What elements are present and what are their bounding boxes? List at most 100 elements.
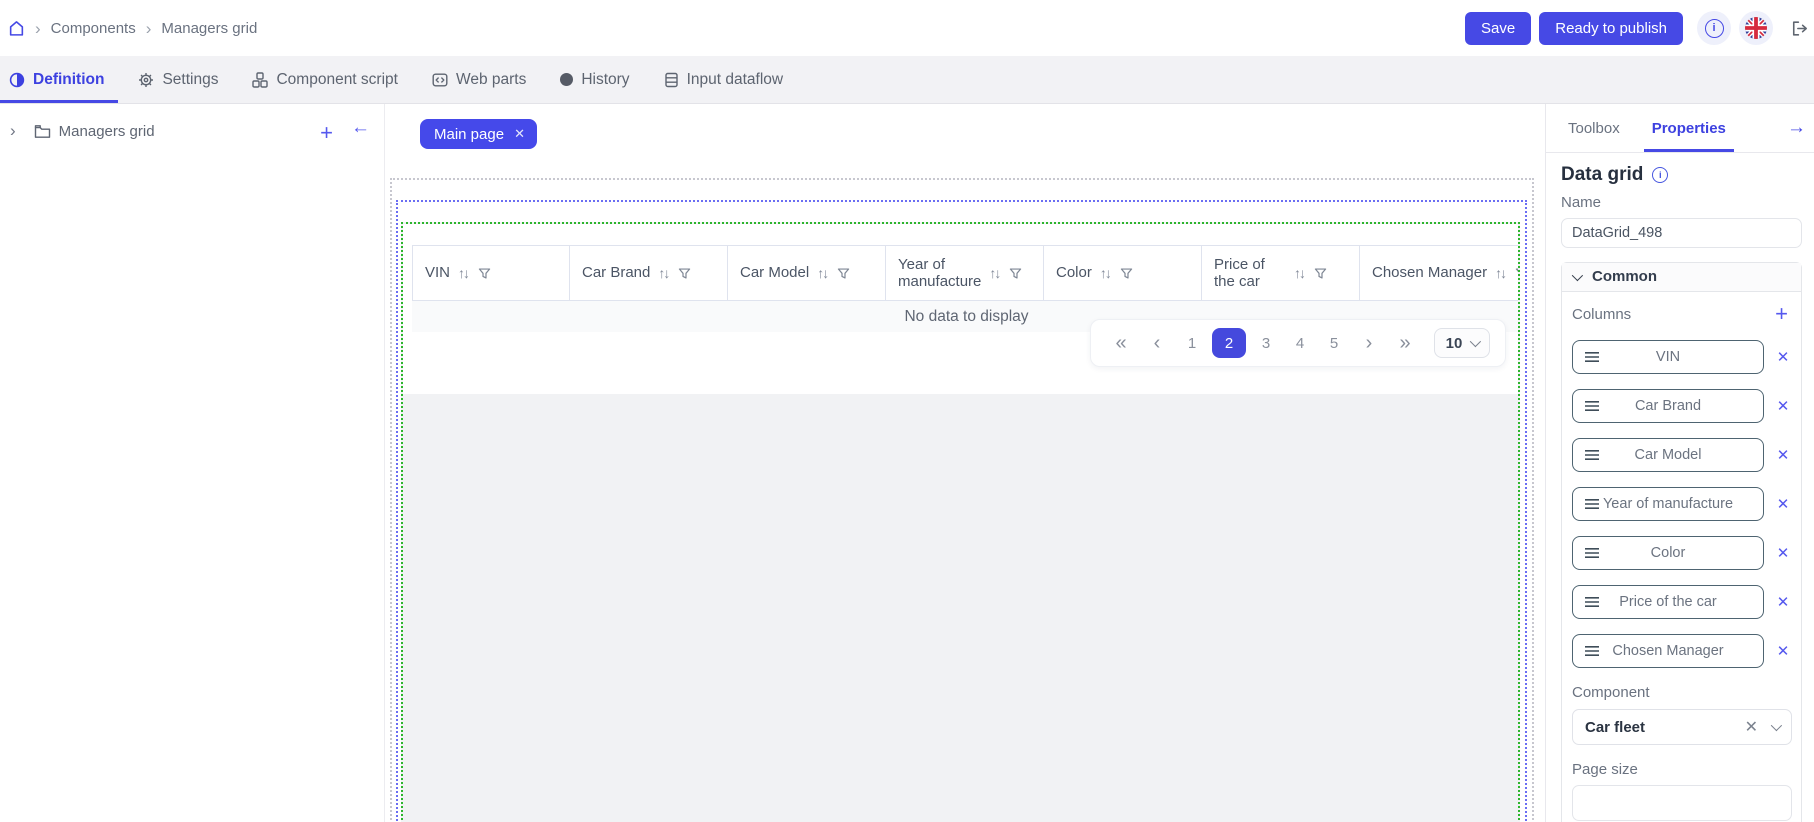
- sort-icon[interactable]: ↑↓: [1495, 265, 1507, 281]
- column-header-label: Price of the car: [1214, 256, 1286, 291]
- column-item: Car Model ✕: [1572, 438, 1792, 472]
- previous-page-icon[interactable]: ‹: [1142, 333, 1172, 353]
- breadcrumb-current: Managers grid: [161, 20, 257, 37]
- first-page-icon[interactable]: «: [1106, 333, 1136, 353]
- column-pill[interactable]: VIN: [1572, 340, 1764, 374]
- sort-icon[interactable]: ↑↓: [1294, 265, 1306, 281]
- last-page-icon[interactable]: »: [1390, 333, 1420, 353]
- chevron-right-icon: ›: [146, 20, 152, 37]
- remove-column-icon[interactable]: ✕: [1774, 397, 1792, 415]
- filter-icon[interactable]: [678, 267, 691, 280]
- info-icon[interactable]: i: [1652, 167, 1668, 183]
- grid-header-cell: Car Brand ↑↓: [570, 246, 728, 300]
- column-pill[interactable]: Car Model: [1572, 438, 1764, 472]
- remove-column-icon[interactable]: ✕: [1774, 544, 1792, 562]
- ready-to-publish-button[interactable]: Ready to publish: [1539, 12, 1683, 45]
- component-select[interactable]: Car fleet ✕: [1572, 709, 1792, 745]
- remove-column-icon[interactable]: ✕: [1774, 446, 1792, 464]
- common-section-header[interactable]: Common: [1562, 263, 1801, 292]
- page-button-1[interactable]: 1: [1178, 328, 1206, 358]
- tab-toolbox[interactable]: Toolbox: [1566, 104, 1622, 152]
- tab-input-dataflow[interactable]: Input dataflow: [664, 56, 784, 103]
- column-item: Car Brand ✕: [1572, 389, 1792, 423]
- page-button-4[interactable]: 4: [1286, 328, 1314, 358]
- drag-handle-icon[interactable]: [1584, 499, 1600, 510]
- add-page-icon[interactable]: +: [320, 122, 333, 144]
- column-pill[interactable]: Color: [1572, 536, 1764, 570]
- chevron-down-icon: [1470, 336, 1481, 347]
- tab-settings[interactable]: Settings: [138, 56, 218, 103]
- filter-icon[interactable]: [478, 267, 491, 280]
- page-button-5[interactable]: 5: [1320, 328, 1348, 358]
- page-size-select[interactable]: 10: [1434, 328, 1490, 358]
- home-icon[interactable]: [8, 20, 25, 37]
- collapse-right-panel-icon[interactable]: →: [1787, 117, 1806, 139]
- remove-column-icon[interactable]: ✕: [1774, 348, 1792, 366]
- language-button[interactable]: [1739, 11, 1773, 45]
- tree-expand-icon[interactable]: ›: [10, 121, 16, 141]
- tab-label: Definition: [33, 71, 104, 89]
- drag-handle-icon[interactable]: [1584, 646, 1600, 657]
- chevron-right-icon: ›: [35, 20, 41, 37]
- tab-label: History: [581, 71, 629, 89]
- column-header-label: Chosen Manager: [1372, 264, 1487, 281]
- save-button[interactable]: Save: [1465, 12, 1531, 45]
- pages-tree-panel: › Managers grid + ←: [0, 104, 385, 822]
- logout-button[interactable]: [1791, 20, 1810, 37]
- tree-item-managers-grid[interactable]: Managers grid: [59, 123, 155, 140]
- filter-icon[interactable]: [837, 267, 850, 280]
- page-button-3[interactable]: 3: [1252, 328, 1280, 358]
- clear-icon[interactable]: ✕: [1745, 717, 1758, 737]
- breadcrumb-components[interactable]: Components: [51, 20, 136, 37]
- breadcrumb: › Components › Managers grid: [8, 20, 257, 37]
- drag-handle-icon[interactable]: [1584, 352, 1600, 363]
- collapse-panel-icon[interactable]: ←: [351, 118, 370, 137]
- common-section-title: Common: [1592, 268, 1657, 285]
- tab-definition[interactable]: Definition: [9, 56, 104, 103]
- topbar-actions: Save Ready to publish i: [1465, 11, 1810, 45]
- page-size-label: Page size: [1572, 761, 1792, 778]
- name-input[interactable]: [1561, 218, 1802, 248]
- column-pill[interactable]: Price of the car: [1572, 585, 1764, 619]
- column-pill[interactable]: Car Brand: [1572, 389, 1764, 423]
- remove-column-icon[interactable]: ✕: [1774, 642, 1792, 660]
- pagination: « ‹ 1 2 3 4 5 › » 10: [1090, 319, 1506, 367]
- column-item: Year of manufacture ✕: [1572, 487, 1792, 521]
- sort-icon[interactable]: ↑↓: [1100, 265, 1112, 281]
- name-label: Name: [1561, 194, 1802, 211]
- tab-properties[interactable]: Properties: [1650, 104, 1728, 152]
- app-window: › Components › Managers grid Save Ready …: [0, 0, 1814, 822]
- add-column-icon[interactable]: +: [1775, 303, 1792, 325]
- tab-component-script[interactable]: Component script: [252, 56, 397, 103]
- next-page-icon[interactable]: ›: [1354, 333, 1384, 353]
- tab-web-parts[interactable]: Web parts: [432, 56, 526, 103]
- sort-icon[interactable]: ↑↓: [989, 265, 1001, 281]
- column-pill[interactable]: Chosen Manager: [1572, 634, 1764, 668]
- page-button-2-active[interactable]: 2: [1212, 328, 1246, 358]
- info-button[interactable]: i: [1697, 11, 1731, 45]
- close-icon[interactable]: ✕: [514, 126, 525, 142]
- drag-handle-icon[interactable]: [1584, 401, 1600, 412]
- filter-icon[interactable]: [1314, 267, 1327, 280]
- remove-column-icon[interactable]: ✕: [1774, 593, 1792, 611]
- drag-handle-icon[interactable]: [1584, 548, 1600, 559]
- drag-handle-icon[interactable]: [1584, 597, 1600, 608]
- filter-icon[interactable]: [1009, 267, 1022, 280]
- uk-flag-icon: [1745, 17, 1767, 39]
- column-item: VIN ✕: [1572, 340, 1792, 374]
- filter-icon[interactable]: [1120, 267, 1133, 280]
- tab-history[interactable]: History: [560, 56, 629, 103]
- column-pill[interactable]: Year of manufacture: [1572, 487, 1764, 521]
- drag-handle-icon[interactable]: [1584, 450, 1600, 461]
- filter-icon[interactable]: [1515, 267, 1518, 280]
- column-pill-label: Chosen Manager: [1612, 643, 1723, 659]
- design-canvas: Main page ✕ VIN ↑↓: [385, 104, 1545, 822]
- remove-column-icon[interactable]: ✕: [1774, 495, 1792, 513]
- datagrid-component-outline[interactable]: VIN ↑↓ Car Brand ↑↓: [401, 222, 1520, 822]
- sort-icon[interactable]: ↑↓: [817, 265, 829, 281]
- sort-icon[interactable]: ↑↓: [658, 265, 670, 281]
- main-page-chip[interactable]: Main page ✕: [420, 119, 537, 149]
- page-size-input[interactable]: [1572, 785, 1792, 821]
- sort-icon[interactable]: ↑↓: [458, 265, 470, 281]
- data-grid-widget[interactable]: VIN ↑↓ Car Brand ↑↓: [403, 224, 1518, 394]
